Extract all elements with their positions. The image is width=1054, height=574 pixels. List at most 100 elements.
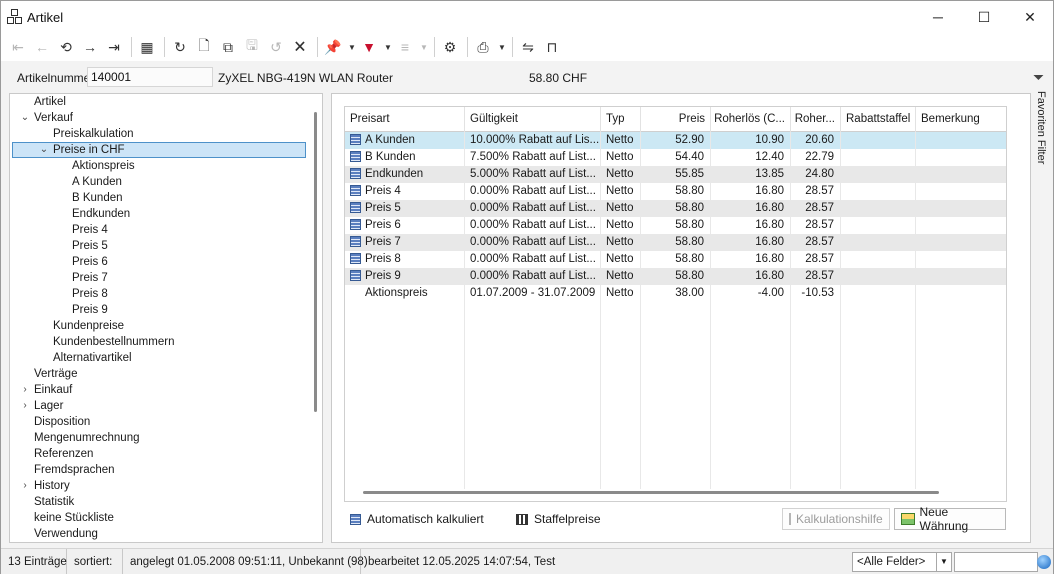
new-document-icon[interactable]: 🗋 <box>193 36 215 58</box>
empty-table-row[interactable] <box>345 353 1006 370</box>
tree-item[interactable]: Preis 5 <box>72 238 108 254</box>
table-row[interactable]: B Kunden 7.500% Rabatt auf List... Netto 54… <box>345 149 1006 166</box>
table-row[interactable]: A Kunden 10.000% Rabatt auf Lis... Netto 52… <box>345 132 1006 149</box>
search-go-icon[interactable] <box>1037 555 1051 569</box>
history-icon[interactable]: ⟲ <box>55 36 77 58</box>
tree-item[interactable]: Referenzen <box>34 446 93 462</box>
column-header[interactable]: Bemerkung <box>916 107 1006 132</box>
table-row[interactable]: Preis 7 0.000% Rabatt auf List... Netto 58.… <box>345 234 1006 251</box>
minimize-button[interactable]: ─ <box>915 1 961 33</box>
settings-icon[interactable]: ⚙ <box>439 36 461 58</box>
column-header[interactable]: Preis <box>641 107 711 132</box>
chevron-down-icon[interactable]: ▼ <box>382 43 394 52</box>
table-row[interactable]: Preis 8 0.000% Rabatt auf List... Netto 58.… <box>345 251 1006 268</box>
empty-table-row[interactable] <box>345 370 1006 387</box>
chevron-down-icon[interactable]: ⌄ <box>19 110 31 126</box>
empty-table-row[interactable] <box>345 387 1006 404</box>
tree-item[interactable]: B Kunden <box>72 190 123 206</box>
link-icon[interactable]: ⇋ <box>517 36 539 58</box>
table-view-icon[interactable]: ▦ <box>136 36 158 58</box>
tree-item[interactable]: Preiskalkulation <box>53 126 134 142</box>
new-currency-button[interactable]: Neue Währung <box>894 505 1006 533</box>
first-record-icon[interactable]: ⇤ <box>7 36 29 58</box>
tree-item[interactable]: › History <box>23 478 69 494</box>
tree-item[interactable]: › Einkauf <box>23 382 72 398</box>
chevron-right-icon[interactable]: › <box>19 382 31 398</box>
table-row[interactable]: Preis 4 0.000% Rabatt auf List... Netto 58.… <box>345 183 1006 200</box>
copy-icon[interactable]: ⧉ <box>217 36 239 58</box>
field-select[interactable]: <Alle Felder> ▼ <box>852 552 952 572</box>
empty-table-row[interactable] <box>345 438 1006 455</box>
chevron-right-icon[interactable]: › <box>19 398 31 414</box>
empty-table-row[interactable] <box>345 302 1006 319</box>
tree-item[interactable]: ⌄ Preise in CHF <box>40 142 125 158</box>
refresh-icon[interactable]: ↻ <box>169 36 191 58</box>
column-header[interactable]: Preisart <box>345 107 465 132</box>
column-header[interactable]: Roher... <box>791 107 841 132</box>
favorites-filter-label[interactable]: Favoriten Filter <box>1035 91 1047 164</box>
calc-help-button[interactable]: Kalkulationshilfe <box>782 508 890 530</box>
print-icon[interactable]: ⎙ <box>472 36 494 58</box>
chevron-down-icon[interactable]: ▼ <box>346 43 358 52</box>
next-record-icon[interactable]: → <box>79 36 101 58</box>
tree-item[interactable]: Statistik <box>34 494 74 510</box>
tree-item[interactable]: Endkunden <box>72 206 130 222</box>
table-row[interactable]: Aktionspreis 01.07.2009 - 31.07.2009 Netto… <box>345 285 1006 302</box>
tree-item[interactable]: Alternativartikel <box>53 350 132 366</box>
tree-item[interactable]: Preis 8 <box>72 286 108 302</box>
favorites-filter-tab[interactable]: ⏷ Favoriten Filter <box>1029 61 1053 164</box>
empty-table-row[interactable] <box>345 404 1006 421</box>
pin-icon[interactable]: 📌 <box>322 36 344 58</box>
tree-item[interactable]: A Kunden <box>72 174 122 190</box>
chevron-down-icon[interactable]: ▼ <box>496 43 508 52</box>
tree-item[interactable]: › Lager <box>23 398 63 414</box>
maximize-button[interactable]: ☐ <box>961 1 1007 33</box>
empty-table-row[interactable] <box>345 319 1006 336</box>
chevron-down-icon[interactable]: ▼ <box>936 553 951 571</box>
bookmark-icon[interactable]: ⊓ <box>541 36 563 58</box>
filter-icon[interactable]: ▼ <box>358 36 380 58</box>
table-row[interactable]: Preis 6 0.000% Rabatt auf List... Netto 58.… <box>345 217 1006 234</box>
table-row[interactable]: Preis 5 0.000% Rabatt auf List... Netto 58.… <box>345 200 1006 217</box>
empty-table-row[interactable] <box>345 472 1006 489</box>
horizontal-scrollbar[interactable] <box>363 491 939 494</box>
tree-item[interactable]: Kundenbestellnummern <box>53 334 174 350</box>
table-row[interactable]: Preis 9 0.000% Rabatt auf List... Netto 58.… <box>345 268 1006 285</box>
tree-item[interactable]: Aktionspreis <box>72 158 135 174</box>
delete-icon[interactable]: 🗙 <box>289 36 311 58</box>
tree-item[interactable]: Mengenumrechnung <box>34 430 140 446</box>
column-header[interactable]: Gültigkeit <box>465 107 601 132</box>
column-header[interactable]: Roherlös (C... <box>711 107 791 132</box>
undo-icon[interactable]: ↺ <box>265 36 287 58</box>
chevron-down-icon[interactable]: ▼ <box>418 43 430 52</box>
tree-item[interactable]: Disposition <box>34 414 90 430</box>
tree-item[interactable]: Preis 4 <box>72 222 108 238</box>
tree-item[interactable]: Kundenpreise <box>53 318 124 334</box>
empty-table-row[interactable] <box>345 455 1006 472</box>
save-icon[interactable]: 🖫 <box>241 36 263 58</box>
search-input[interactable] <box>954 552 1038 572</box>
tree-icon[interactable]: ≡ <box>394 36 416 58</box>
previous-record-icon[interactable]: ← <box>31 36 53 58</box>
column-header[interactable]: Rabattstaffel <box>841 107 916 132</box>
tree-item[interactable]: Preis 9 <box>72 302 108 318</box>
tree-item[interactable]: Verwendung <box>34 526 98 542</box>
tree-scrollbar[interactable] <box>314 112 317 412</box>
tree-item[interactable]: ⌄ Verkauf <box>21 110 73 126</box>
empty-table-row[interactable] <box>345 421 1006 438</box>
tree-item[interactable]: Fremdsprachen <box>34 462 115 478</box>
artnr-input[interactable] <box>87 67 213 87</box>
tree-item[interactable]: Artikel <box>34 94 66 110</box>
tree-item[interactable]: Preis 7 <box>72 270 108 286</box>
column-header[interactable]: Typ <box>601 107 641 132</box>
tree-item[interactable]: keine Stückliste <box>34 510 114 526</box>
chevron-right-icon[interactable]: › <box>19 478 31 494</box>
table-row[interactable]: Endkunden 5.000% Rabatt auf List... Netto 5… <box>345 166 1006 183</box>
tree-item[interactable]: Verträge <box>34 366 77 382</box>
funnel-icon[interactable]: ⏷ <box>1033 69 1044 86</box>
tree-item[interactable]: Preis 6 <box>72 254 108 270</box>
chevron-down-icon[interactable]: ⌄ <box>38 142 50 158</box>
last-record-icon[interactable]: ⇥ <box>103 36 125 58</box>
empty-table-row[interactable] <box>345 336 1006 353</box>
close-button[interactable]: ✕ <box>1007 1 1053 33</box>
